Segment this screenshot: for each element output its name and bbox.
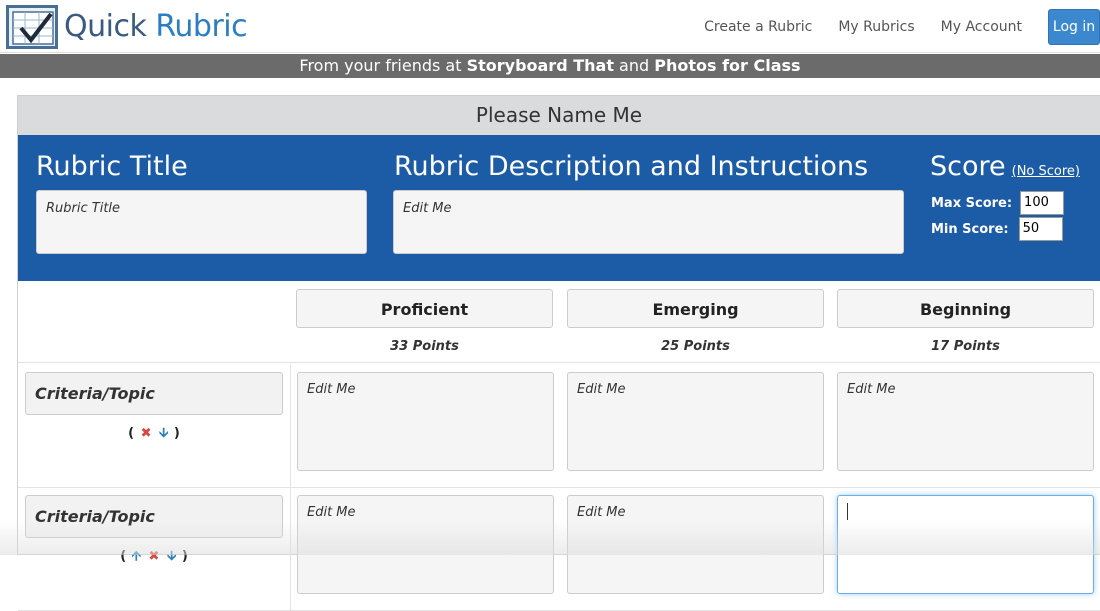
level-proficient-points[interactable]: 33 Points [296, 339, 553, 354]
row-controls: ( 🡩 ✖ 🡫 ) [18, 547, 290, 569]
level-proficient-heading[interactable]: Proficient [296, 289, 553, 328]
row-divider [290, 364, 291, 487]
rubric-cell[interactable]: Edit Me [837, 372, 1094, 471]
max-score-label: Max Score: [931, 195, 1013, 211]
score-label: Score [930, 151, 1006, 182]
promo-middle: and [613, 56, 655, 75]
move-down-arrow-icon[interactable]: 🡫 [167, 549, 176, 564]
max-score-input[interactable]: 100 [1020, 191, 1065, 215]
rubric-cell[interactable]: Edit Me [567, 495, 824, 594]
rubric-description-field[interactable]: Edit Me [393, 190, 904, 254]
min-score-row: Min Score: 50 [931, 217, 1063, 241]
nav-my-rubrics-link[interactable]: My Rubrics [838, 19, 914, 35]
nav-links: Create a Rubric My Rubrics My Account Lo… [704, 0, 1100, 53]
score-heading: Score (No Score) [930, 151, 1080, 182]
rubric-title-field[interactable]: Rubric Title [36, 190, 367, 254]
row-controls: ( ✖ 🡫 ) [18, 424, 290, 446]
criteria-row-1: Criteria/Topic ( ✖ 🡫 ) Edit Me Edit Me E… [18, 364, 1100, 488]
rubric-cell[interactable]: Edit Me [297, 495, 554, 594]
level-emerging-heading[interactable]: Emerging [567, 289, 824, 328]
logo[interactable]: Quick Rubric [6, 4, 248, 50]
rubric-title-label: Rubric Title [36, 151, 188, 182]
criteria-row-2: Criteria/Topic ( 🡩 ✖ 🡫 ) Edit Me Edit Me [18, 487, 1100, 611]
promo-brand-storyboard-that[interactable]: Storyboard That [467, 56, 614, 75]
rubric-cell-active[interactable] [837, 495, 1094, 594]
promo-prefix: From your friends at [299, 56, 467, 75]
criteria-topic-field[interactable]: Criteria/Topic [25, 495, 283, 538]
rubric-description-label: Rubric Description and Instructions [394, 151, 869, 182]
rubric-logo-icon [6, 5, 58, 49]
nav-my-account-link[interactable]: My Account [941, 19, 1022, 35]
move-up-arrow-icon[interactable]: 🡩 [132, 549, 141, 564]
login-button[interactable]: Log in [1048, 8, 1100, 45]
level-beginning-points[interactable]: 17 Points [837, 339, 1094, 354]
logo-text-rubric: Rubric [155, 9, 248, 44]
text-caret [847, 503, 848, 520]
rubric-name-banner[interactable]: Please Name Me [18, 96, 1100, 135]
remove-row-icon[interactable]: ✖ [149, 549, 160, 564]
logo-text: Quick Rubric [64, 4, 248, 50]
min-score-input[interactable]: 50 [1018, 217, 1063, 241]
logo-text-quick: Quick [64, 9, 147, 44]
rubric-info-panel: Rubric Title Rubric Title Rubric Descrip… [18, 135, 1100, 281]
min-score-label: Min Score: [931, 221, 1009, 237]
promo-brand-photos-for-class[interactable]: Photos for Class [654, 56, 800, 75]
rubric-card: Please Name Me Rubric Title Rubric Title… [17, 95, 1100, 611]
level-header-row: Proficient 33 Points Emerging 25 Points … [18, 281, 1100, 363]
paren-open: ( [128, 426, 135, 441]
rubric-cell[interactable]: Edit Me [297, 372, 554, 471]
max-score-row: Max Score: 100 [931, 191, 1065, 215]
criteria-topic-field[interactable]: Criteria/Topic [25, 372, 283, 415]
paren-close: ) [181, 549, 188, 564]
remove-row-icon[interactable]: ✖ [141, 426, 152, 441]
promo-banner: From your friends at Storyboard That and… [0, 54, 1100, 78]
level-beginning-heading[interactable]: Beginning [837, 289, 1094, 328]
no-score-link[interactable]: (No Score) [1012, 164, 1080, 179]
paren-open: ( [120, 549, 127, 564]
top-navbar: Quick Rubric Create a Rubric My Rubrics … [0, 0, 1100, 53]
row-divider [290, 487, 291, 610]
paren-close: ) [173, 426, 180, 441]
rubric-cell[interactable]: Edit Me [567, 372, 824, 471]
nav-create-rubric-link[interactable]: Create a Rubric [704, 19, 812, 35]
move-down-arrow-icon[interactable]: 🡫 [159, 426, 168, 441]
level-emerging-points[interactable]: 25 Points [567, 339, 824, 354]
